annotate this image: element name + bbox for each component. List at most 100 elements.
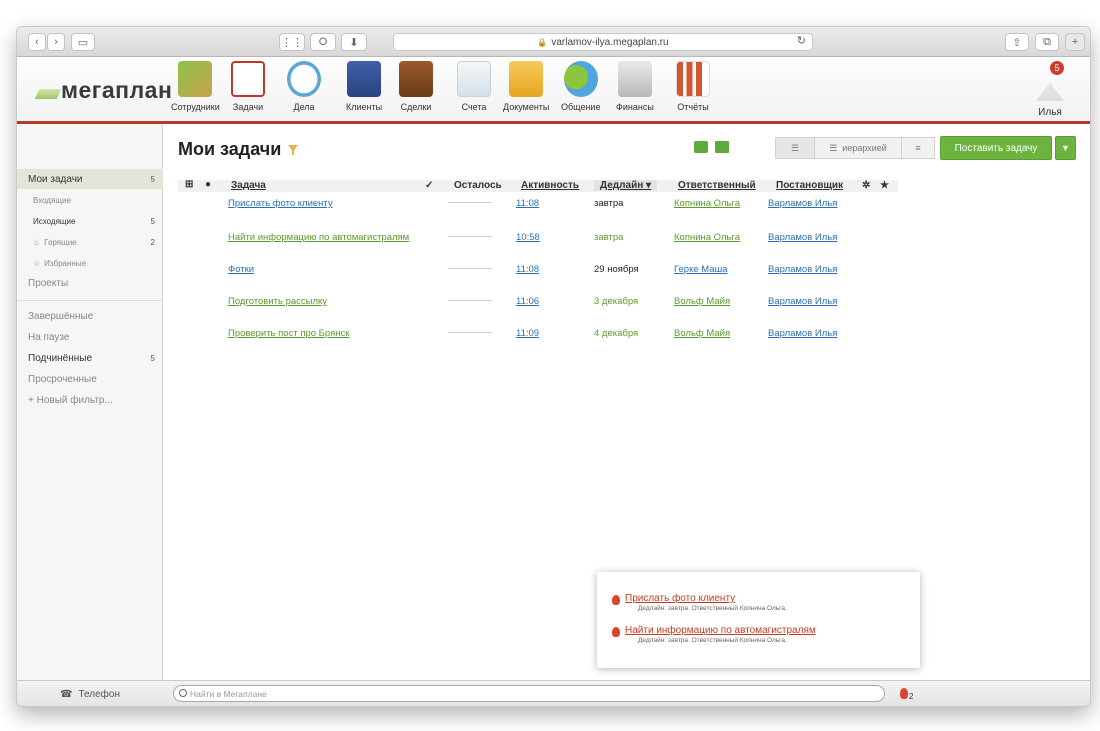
- sidebar-item-new-filter[interactable]: + Новый фильтр...: [17, 390, 163, 410]
- excel-export-icon[interactable]: [715, 141, 729, 153]
- filter-icon[interactable]: [288, 145, 298, 155]
- sidebar-item-favorites[interactable]: ☆ Избранные: [17, 253, 163, 273]
- tasks-icon: [231, 61, 265, 97]
- address-bar[interactable]: 🔒 varlamov-ilya.megaplan.ru ↻: [393, 33, 813, 51]
- activity-link[interactable]: 10:58: [516, 232, 540, 243]
- flame-icon: [612, 627, 620, 637]
- list-icon: ☰: [790, 142, 800, 153]
- sidebar-item-my-tasks[interactable]: Мои задачи 5: [17, 169, 163, 189]
- sidebar-item-burning[interactable]: ♨ Горящие 2: [17, 232, 163, 252]
- add-task-dropdown-button[interactable]: ▼: [1055, 136, 1076, 160]
- task-link[interactable]: Подготовить рассылку: [228, 296, 327, 307]
- task-link[interactable]: Проверить пост про Брянск: [228, 328, 349, 339]
- print-icon[interactable]: [694, 141, 708, 153]
- comment-icon[interactable]: ●: [205, 179, 211, 190]
- column-check[interactable]: ✓: [425, 180, 433, 191]
- column-task[interactable]: Задача: [231, 180, 266, 191]
- search-placeholder: Найти в Мегаплане: [190, 688, 267, 699]
- search-input[interactable]: Найти в Мегаплане: [173, 685, 885, 702]
- deadline-cell: 4 декабря: [594, 328, 639, 339]
- expand-all-icon[interactable]: ⊞: [185, 179, 193, 190]
- column-deadline[interactable]: Дедлайн ▾: [594, 180, 658, 191]
- extension-icon[interactable]: ⬇: [341, 33, 367, 51]
- popup-item-link[interactable]: Прислать фото клиенту: [625, 593, 735, 604]
- activity-link[interactable]: 11:08: [516, 264, 539, 275]
- module-communication[interactable]: Общение: [561, 61, 600, 112]
- opera-icon[interactable]: O: [310, 33, 336, 51]
- flame-icon: [612, 595, 620, 605]
- user-name: Илья: [1038, 107, 1062, 118]
- task-link[interactable]: Фотки: [228, 264, 254, 275]
- owner-link[interactable]: Варламов Илья: [768, 328, 837, 339]
- sidebar-item-completed[interactable]: Завершённые: [17, 306, 163, 326]
- invoice-icon: [457, 61, 491, 97]
- column-owner[interactable]: Постановщик: [776, 180, 843, 191]
- table-row[interactable]: Прислать фото клиенту 11:08 завтра Копни…: [178, 198, 898, 218]
- module-cases[interactable]: Дела: [287, 61, 321, 112]
- task-link[interactable]: Найти информацию по автомагистралям: [228, 232, 409, 243]
- sidebar-item-subordinate[interactable]: Подчинённые 5: [17, 348, 163, 368]
- tabs-button[interactable]: ⧉: [1035, 33, 1059, 51]
- share-button[interactable]: ⇧: [1005, 33, 1029, 51]
- remaining-bar: [448, 300, 492, 301]
- table-row[interactable]: Подготовить рассылку 11:06 3 декабря Вол…: [178, 296, 898, 316]
- popup-item-link[interactable]: Найти информацию по автомагистралям: [625, 625, 816, 636]
- sidebar-item-paused[interactable]: На паузе: [17, 327, 163, 347]
- module-invoices[interactable]: Счета: [457, 61, 491, 112]
- activity-link[interactable]: 11:09: [516, 328, 539, 339]
- sidebar-toggle-button[interactable]: ▭: [71, 33, 95, 51]
- view-tree-button[interactable]: ≡: [901, 137, 935, 159]
- back-button[interactable]: ‹: [28, 33, 46, 51]
- sidebar-item-overdue[interactable]: Просроченные: [17, 369, 163, 389]
- add-task-button[interactable]: Поставить задачу: [940, 136, 1052, 160]
- reload-icon[interactable]: ↻: [797, 34, 806, 47]
- activity-link[interactable]: 11:06: [516, 296, 539, 307]
- responsible-link[interactable]: Вольф Майя: [674, 296, 730, 307]
- table-row[interactable]: Проверить пост про Брянск 11:09 4 декабр…: [178, 328, 898, 348]
- task-link[interactable]: Прислать фото клиенту: [228, 198, 333, 209]
- module-documents[interactable]: Документы: [503, 61, 549, 112]
- view-hierarchy-button[interactable]: ☰ иерархией: [814, 137, 902, 159]
- sidebar-item-label: Завершённые: [28, 310, 94, 322]
- settings-gear-icon[interactable]: ✲: [862, 180, 870, 191]
- owner-link[interactable]: Варламов Илья: [768, 198, 837, 209]
- megaplan-logo[interactable]: мегаплан: [34, 77, 172, 104]
- browser-titlebar: ‹ › ▭ ⋮⋮ O ⬇ 🔒 varlamov-ilya.megaplan.ru…: [17, 27, 1090, 57]
- view-list-button[interactable]: ☰: [775, 137, 815, 159]
- column-responsible[interactable]: Ответственный: [678, 180, 756, 191]
- sidebar-item-outgoing[interactable]: Исходящие 5: [17, 211, 163, 231]
- user-menu[interactable]: 5 Илья: [1024, 61, 1076, 118]
- deadline-cell: 3 декабря: [594, 296, 639, 307]
- forward-button[interactable]: ›: [47, 33, 65, 51]
- responsible-link[interactable]: Копнина Ольга: [674, 198, 740, 209]
- sidebar-item-incoming[interactable]: Входящие: [17, 190, 163, 210]
- responsible-link[interactable]: Герке Маша: [674, 264, 727, 275]
- activity-link[interactable]: 11:08: [516, 198, 539, 209]
- module-finance[interactable]: Финансы: [616, 61, 654, 112]
- search-icon: [179, 689, 187, 697]
- notification-badge: 5: [1050, 61, 1064, 75]
- owner-link[interactable]: Варламов Илья: [768, 296, 837, 307]
- module-deals[interactable]: Сделки: [399, 61, 433, 112]
- module-clients[interactable]: Клиенты: [346, 61, 382, 112]
- grid-button[interactable]: ⋮⋮: [279, 33, 305, 51]
- new-tab-button[interactable]: +: [1065, 33, 1085, 51]
- module-label: Дела: [293, 102, 315, 112]
- module-tasks[interactable]: Задачи: [231, 61, 265, 112]
- table-row[interactable]: Найти информацию по автомагистралям 10:5…: [178, 232, 898, 252]
- owner-link[interactable]: Варламов Илья: [768, 264, 837, 275]
- count-badge: 5: [150, 174, 155, 184]
- column-remaining[interactable]: Осталось: [454, 180, 502, 191]
- burning-tasks-button[interactable]: 2: [900, 686, 914, 702]
- module-employees[interactable]: Сотрудники: [171, 61, 220, 112]
- sidebar-item-projects[interactable]: Проекты: [17, 273, 163, 293]
- column-activity[interactable]: Активность: [521, 180, 579, 191]
- responsible-link[interactable]: Вольф Майя: [674, 328, 730, 339]
- table-row[interactable]: Фотки 11:08 29 ноября Герке Маша Варламо…: [178, 264, 898, 284]
- owner-link[interactable]: Варламов Илья: [768, 232, 837, 243]
- responsible-link[interactable]: Копнина Ольга: [674, 232, 740, 243]
- url-text: varlamov-ilya.megaplan.ru: [551, 36, 669, 48]
- module-reports[interactable]: Отчёты: [676, 61, 710, 112]
- phone-button[interactable]: ☎ Телефон: [17, 681, 163, 706]
- star-icon[interactable]: ★: [880, 180, 889, 191]
